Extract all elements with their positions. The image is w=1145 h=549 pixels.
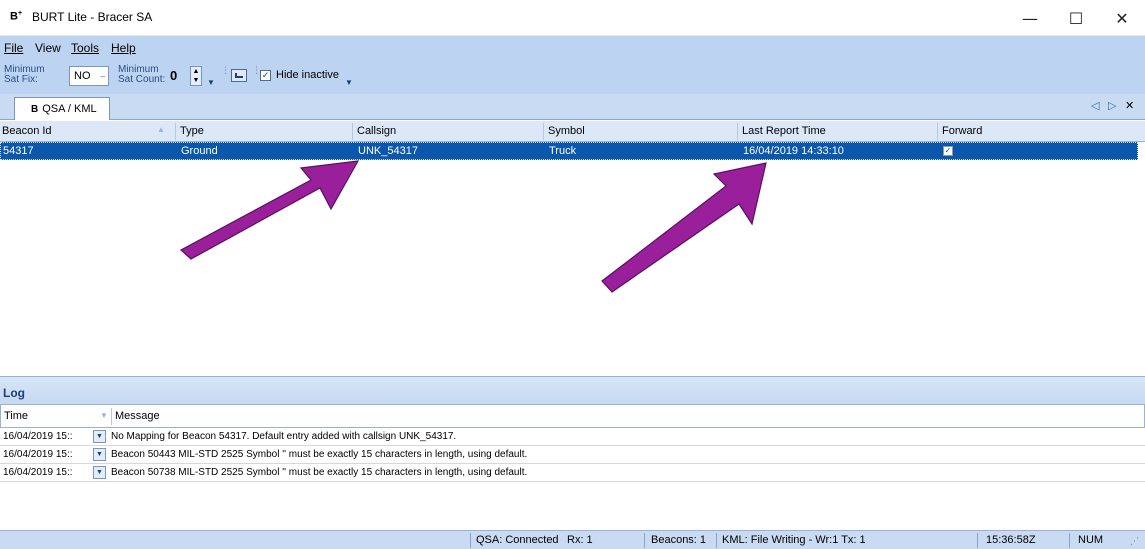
col-symbol[interactable]: Symbol — [548, 125, 585, 137]
col-time[interactable]: Time — [4, 410, 28, 422]
chevron-down-icon: – — [100, 71, 105, 81]
col-beacon-id[interactable]: Beacon Id — [2, 125, 52, 137]
tab-close-icon[interactable]: ✕ — [1125, 99, 1134, 112]
export-icon[interactable] — [231, 69, 247, 82]
status-num: NUM — [1078, 534, 1104, 546]
toolbar: ⋮ Minimum Sat Fix: NO – Minimum Sat Coun… — [0, 58, 1145, 94]
status-time: 15:36:58Z — [986, 534, 1036, 546]
menu-view[interactable]: View — [35, 41, 61, 55]
menu-help[interactable]: Help — [111, 41, 136, 55]
log-time: 16/04/2019 15:: — [3, 467, 73, 478]
tab-qsa-kml[interactable]: B QSA / KML — [14, 97, 110, 120]
grid-header: Beacon Id ▲ Type Callsign Symbol Last Re… — [0, 121, 1145, 142]
expand-dropdown-icon[interactable]: ▼ — [93, 466, 106, 479]
status-bar: QSA: Connected Rx: 1 Beacons: 1 KML: Fil… — [0, 530, 1145, 549]
sat-count-spinner[interactable]: ▲ ▼ — [190, 66, 202, 86]
grid-body — [0, 160, 1145, 376]
col-callsign[interactable]: Callsign — [357, 125, 396, 137]
log-row[interactable]: 16/04/2019 15:: ▼ Beacon 50738 MIL-STD 2… — [0, 465, 1145, 482]
status-beacons: Beacons: 1 — [651, 534, 707, 546]
expand-dropdown-icon[interactable]: ▼ — [93, 430, 106, 443]
col-message[interactable]: Message — [115, 410, 160, 422]
toolbar-overflow-icon[interactable]: ▼ — [207, 78, 215, 87]
cell-last-report-time: 16/04/2019 14:33:10 — [743, 145, 844, 157]
log-message: No Mapping for Beacon 54317. Default ent… — [111, 431, 457, 442]
cell-symbol: Truck — [549, 145, 577, 157]
hide-inactive-label[interactable]: Hide inactive — [276, 69, 339, 81]
expand-dropdown-icon[interactable]: ▼ — [93, 448, 106, 461]
log-message: Beacon 50443 MIL-STD 2525 Symbol '' must… — [111, 449, 528, 460]
resize-grip-icon[interactable]: ⋰ — [1130, 536, 1139, 547]
tab-scroll-left-icon[interactable]: ◁ — [1091, 99, 1099, 112]
table-row[interactable]: 54317 Ground UNK_54317 Truck 16/04/2019 … — [0, 142, 1138, 160]
cell-callsign: UNK_54317 — [358, 145, 418, 157]
col-forward[interactable]: Forward — [942, 125, 982, 137]
menu-file[interactable]: File — [4, 41, 23, 55]
min-sat-fix-label: Minimum Sat Fix: — [4, 64, 45, 85]
min-sat-fix-select[interactable]: NO – — [69, 66, 109, 86]
log-title: Log — [3, 386, 25, 400]
forward-checkbox[interactable]: ✓ — [943, 146, 953, 156]
tab-scroll-right-icon[interactable]: ▷ — [1108, 99, 1116, 112]
col-type[interactable]: Type — [180, 125, 204, 137]
status-kml: KML: File Writing - Wr:1 Tx: 1 — [722, 534, 866, 546]
spin-down-icon[interactable]: ▼ — [193, 77, 200, 84]
tab-label: QSA / KML — [42, 103, 97, 115]
min-sat-count-value[interactable]: 0 — [170, 68, 177, 83]
hide-inactive-checkbox[interactable]: ✓ — [260, 70, 271, 81]
status-rx: Rx: 1 — [567, 534, 593, 546]
beacon-icon: B — [31, 103, 39, 115]
log-message: Beacon 50738 MIL-STD 2525 Symbol '' must… — [111, 467, 528, 478]
sort-desc-icon: ▼ — [100, 411, 108, 420]
log-time: 16/04/2019 15:: — [3, 449, 73, 460]
col-last-report-time[interactable]: Last Report Time — [742, 125, 826, 137]
status-qsa: QSA: Connected — [476, 534, 559, 546]
spin-up-icon[interactable]: ▲ — [193, 68, 200, 75]
cell-type: Ground — [181, 145, 218, 157]
tab-strip: B QSA / KML — [0, 94, 1145, 120]
log-panel-header: Log — [0, 376, 1145, 404]
menu-tools[interactable]: Tools — [71, 41, 99, 55]
log-row[interactable]: 16/04/2019 15:: ▼ No Mapping for Beacon … — [0, 429, 1145, 446]
minimize-button[interactable]: — — [1007, 0, 1053, 36]
maximize-button[interactable]: ☐ — [1053, 0, 1099, 36]
app-icon: B+ — [10, 10, 23, 23]
title-bar: B+ BURT Lite - Bracer SA — ☐ ✕ — [0, 0, 1145, 36]
log-row[interactable]: 16/04/2019 15:: ▼ Beacon 50443 MIL-STD 2… — [0, 447, 1145, 464]
toolbar-grip[interactable]: ⋮ — [221, 65, 230, 76]
cell-beacon-id: 54317 — [3, 145, 34, 157]
log-time: 16/04/2019 15:: — [3, 431, 73, 442]
toolbar-overflow-icon[interactable]: ▼ — [345, 78, 353, 87]
sort-asc-icon: ▲ — [157, 125, 165, 134]
close-button[interactable]: ✕ — [1099, 0, 1145, 36]
min-sat-count-label: Minimum Sat Count: — [118, 64, 166, 85]
window-title: BURT Lite - Bracer SA — [32, 10, 153, 24]
menu-bar: File View Tools Help — [0, 36, 1145, 58]
log-column-header: Time ▼ Message — [0, 404, 1145, 428]
